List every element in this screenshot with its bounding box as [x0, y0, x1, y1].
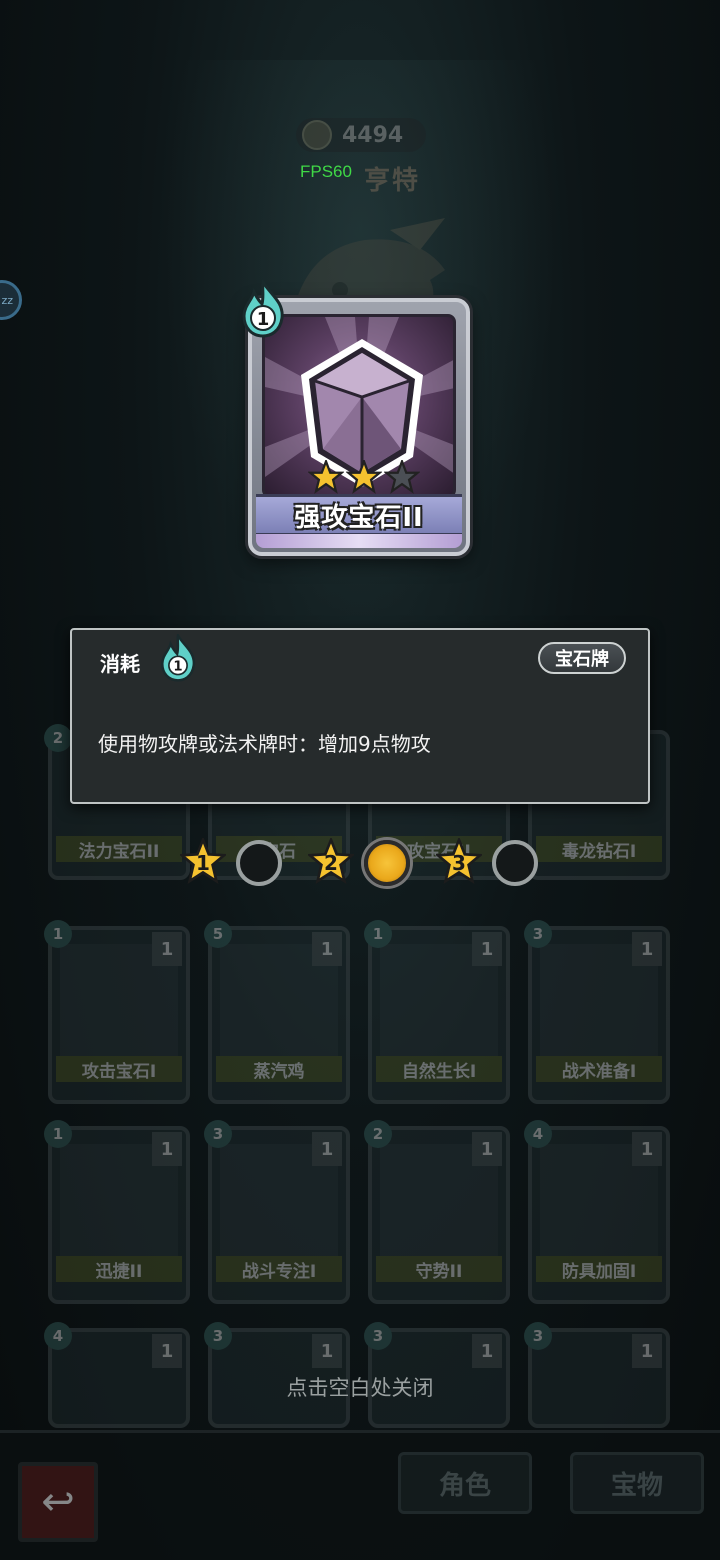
card-cost: 1	[257, 309, 270, 330]
mini-card-name: 守势II	[376, 1256, 502, 1282]
star-empty-icon	[384, 460, 420, 494]
mini-card-name: 防具加固I	[536, 1256, 662, 1282]
level-2-label[interactable]: 2	[308, 838, 354, 884]
mini-card-count: 1	[152, 1132, 182, 1166]
mini-card-cost: 3	[204, 1322, 232, 1350]
collection-card[interactable]: 3 1 战术准备I	[524, 920, 670, 1104]
mini-card-name: 法力宝石II	[56, 836, 182, 862]
back-arrow-icon: ↩	[41, 1479, 75, 1525]
coin-counter: 4494	[296, 118, 426, 152]
level-1-toggle[interactable]	[236, 840, 282, 886]
card-name-bar: 强攻宝石II	[256, 494, 462, 536]
mini-card-cost: 1	[44, 920, 72, 948]
mini-card-count: 1	[312, 932, 342, 966]
level-selector: 1 2 3	[180, 838, 540, 890]
mini-card-count: 1	[152, 1334, 182, 1368]
mana-flame-icon: 1	[242, 280, 284, 338]
mini-card-count: 1	[472, 932, 502, 966]
mini-card-cost: 2	[364, 1120, 392, 1148]
mini-card-cost: 4	[44, 1322, 72, 1350]
mini-card-count: 1	[472, 1334, 502, 1368]
mini-card-name: 蒸汽鸡	[216, 1056, 342, 1082]
mini-card-name: 攻击宝石I	[56, 1056, 182, 1082]
mini-card-name: 毒龙钻石I	[536, 836, 662, 862]
tooltip-cost-value: 1	[173, 659, 182, 674]
fps-counter: FPS60	[300, 162, 352, 181]
cost-label: 消耗	[100, 652, 140, 676]
mini-card-count: 1	[472, 1132, 502, 1166]
mini-card-cost: 3	[364, 1322, 392, 1350]
mana-flame-icon: 1	[161, 634, 196, 682]
mini-card-count: 1	[632, 1132, 662, 1166]
back-button[interactable]: ↩	[18, 1462, 98, 1542]
mini-card-cost: 5	[204, 920, 232, 948]
mini-card-cost: 1	[364, 920, 392, 948]
mini-card-count: 1	[312, 1132, 342, 1166]
mini-card-cost: 3	[524, 920, 552, 948]
collection-card[interactable]: 2 1 守势II	[364, 1120, 510, 1304]
card-tooltip: 消耗 1 宝石牌 使用物攻牌或法术牌时：增加9点物攻	[70, 628, 650, 804]
mini-card-count: 1	[632, 932, 662, 966]
level-3-label[interactable]: 3	[436, 838, 482, 884]
coin-icon	[302, 120, 332, 150]
card-type-badge: 宝石牌	[538, 642, 626, 674]
mini-card-cost: 4	[524, 1120, 552, 1148]
coin-value: 4494	[342, 122, 404, 148]
level-3-toggle[interactable]	[492, 840, 538, 886]
mini-card-cost: 3	[524, 1322, 552, 1350]
close-hint[interactable]: 点击空白处关闭	[0, 1372, 720, 1402]
card-rarity-strip	[256, 534, 462, 548]
level-1-label[interactable]: 1	[180, 838, 226, 884]
collection-card[interactable]: 1 1 攻击宝石I	[44, 920, 190, 1104]
mini-card-name: 战术准备I	[536, 1056, 662, 1082]
mini-card-count: 1	[152, 932, 182, 966]
mini-card-name: 自然生长I	[376, 1056, 502, 1082]
collection-card[interactable]: 1 1 迅捷II	[44, 1120, 190, 1304]
mini-card-name: 迅捷II	[56, 1256, 182, 1282]
card-description: 使用物攻牌或法术牌时：增加9点物攻	[98, 732, 431, 756]
level-2-toggle[interactable]	[364, 840, 410, 886]
mini-card-cost: 1	[44, 1120, 72, 1148]
collection-card[interactable]: 5 1 蒸汽鸡	[204, 920, 350, 1104]
card-stars	[308, 460, 420, 494]
mini-card-cost: 3	[204, 1120, 232, 1148]
mini-card-cost: 2	[44, 724, 72, 752]
focused-card: 强攻宝石II 1	[242, 280, 470, 556]
card-name: 强攻宝石II	[294, 502, 424, 533]
collection-card[interactable]: 1 1 自然生长I	[364, 920, 510, 1104]
mini-card-count: 1	[632, 1334, 662, 1368]
collection-card[interactable]: 3 1 战斗专注I	[204, 1120, 350, 1304]
tab-character[interactable]: 角色	[398, 1452, 532, 1514]
collection-card[interactable]: 4 1 防具加固I	[524, 1120, 670, 1304]
star-filled-icon	[308, 460, 344, 494]
tab-treasure[interactable]: 宝物	[570, 1452, 704, 1514]
hero-name: 亨特	[364, 166, 421, 196]
star-filled-icon	[346, 460, 382, 494]
mini-card-count: 1	[312, 1334, 342, 1368]
mini-card-name: 战斗专注I	[216, 1256, 342, 1282]
